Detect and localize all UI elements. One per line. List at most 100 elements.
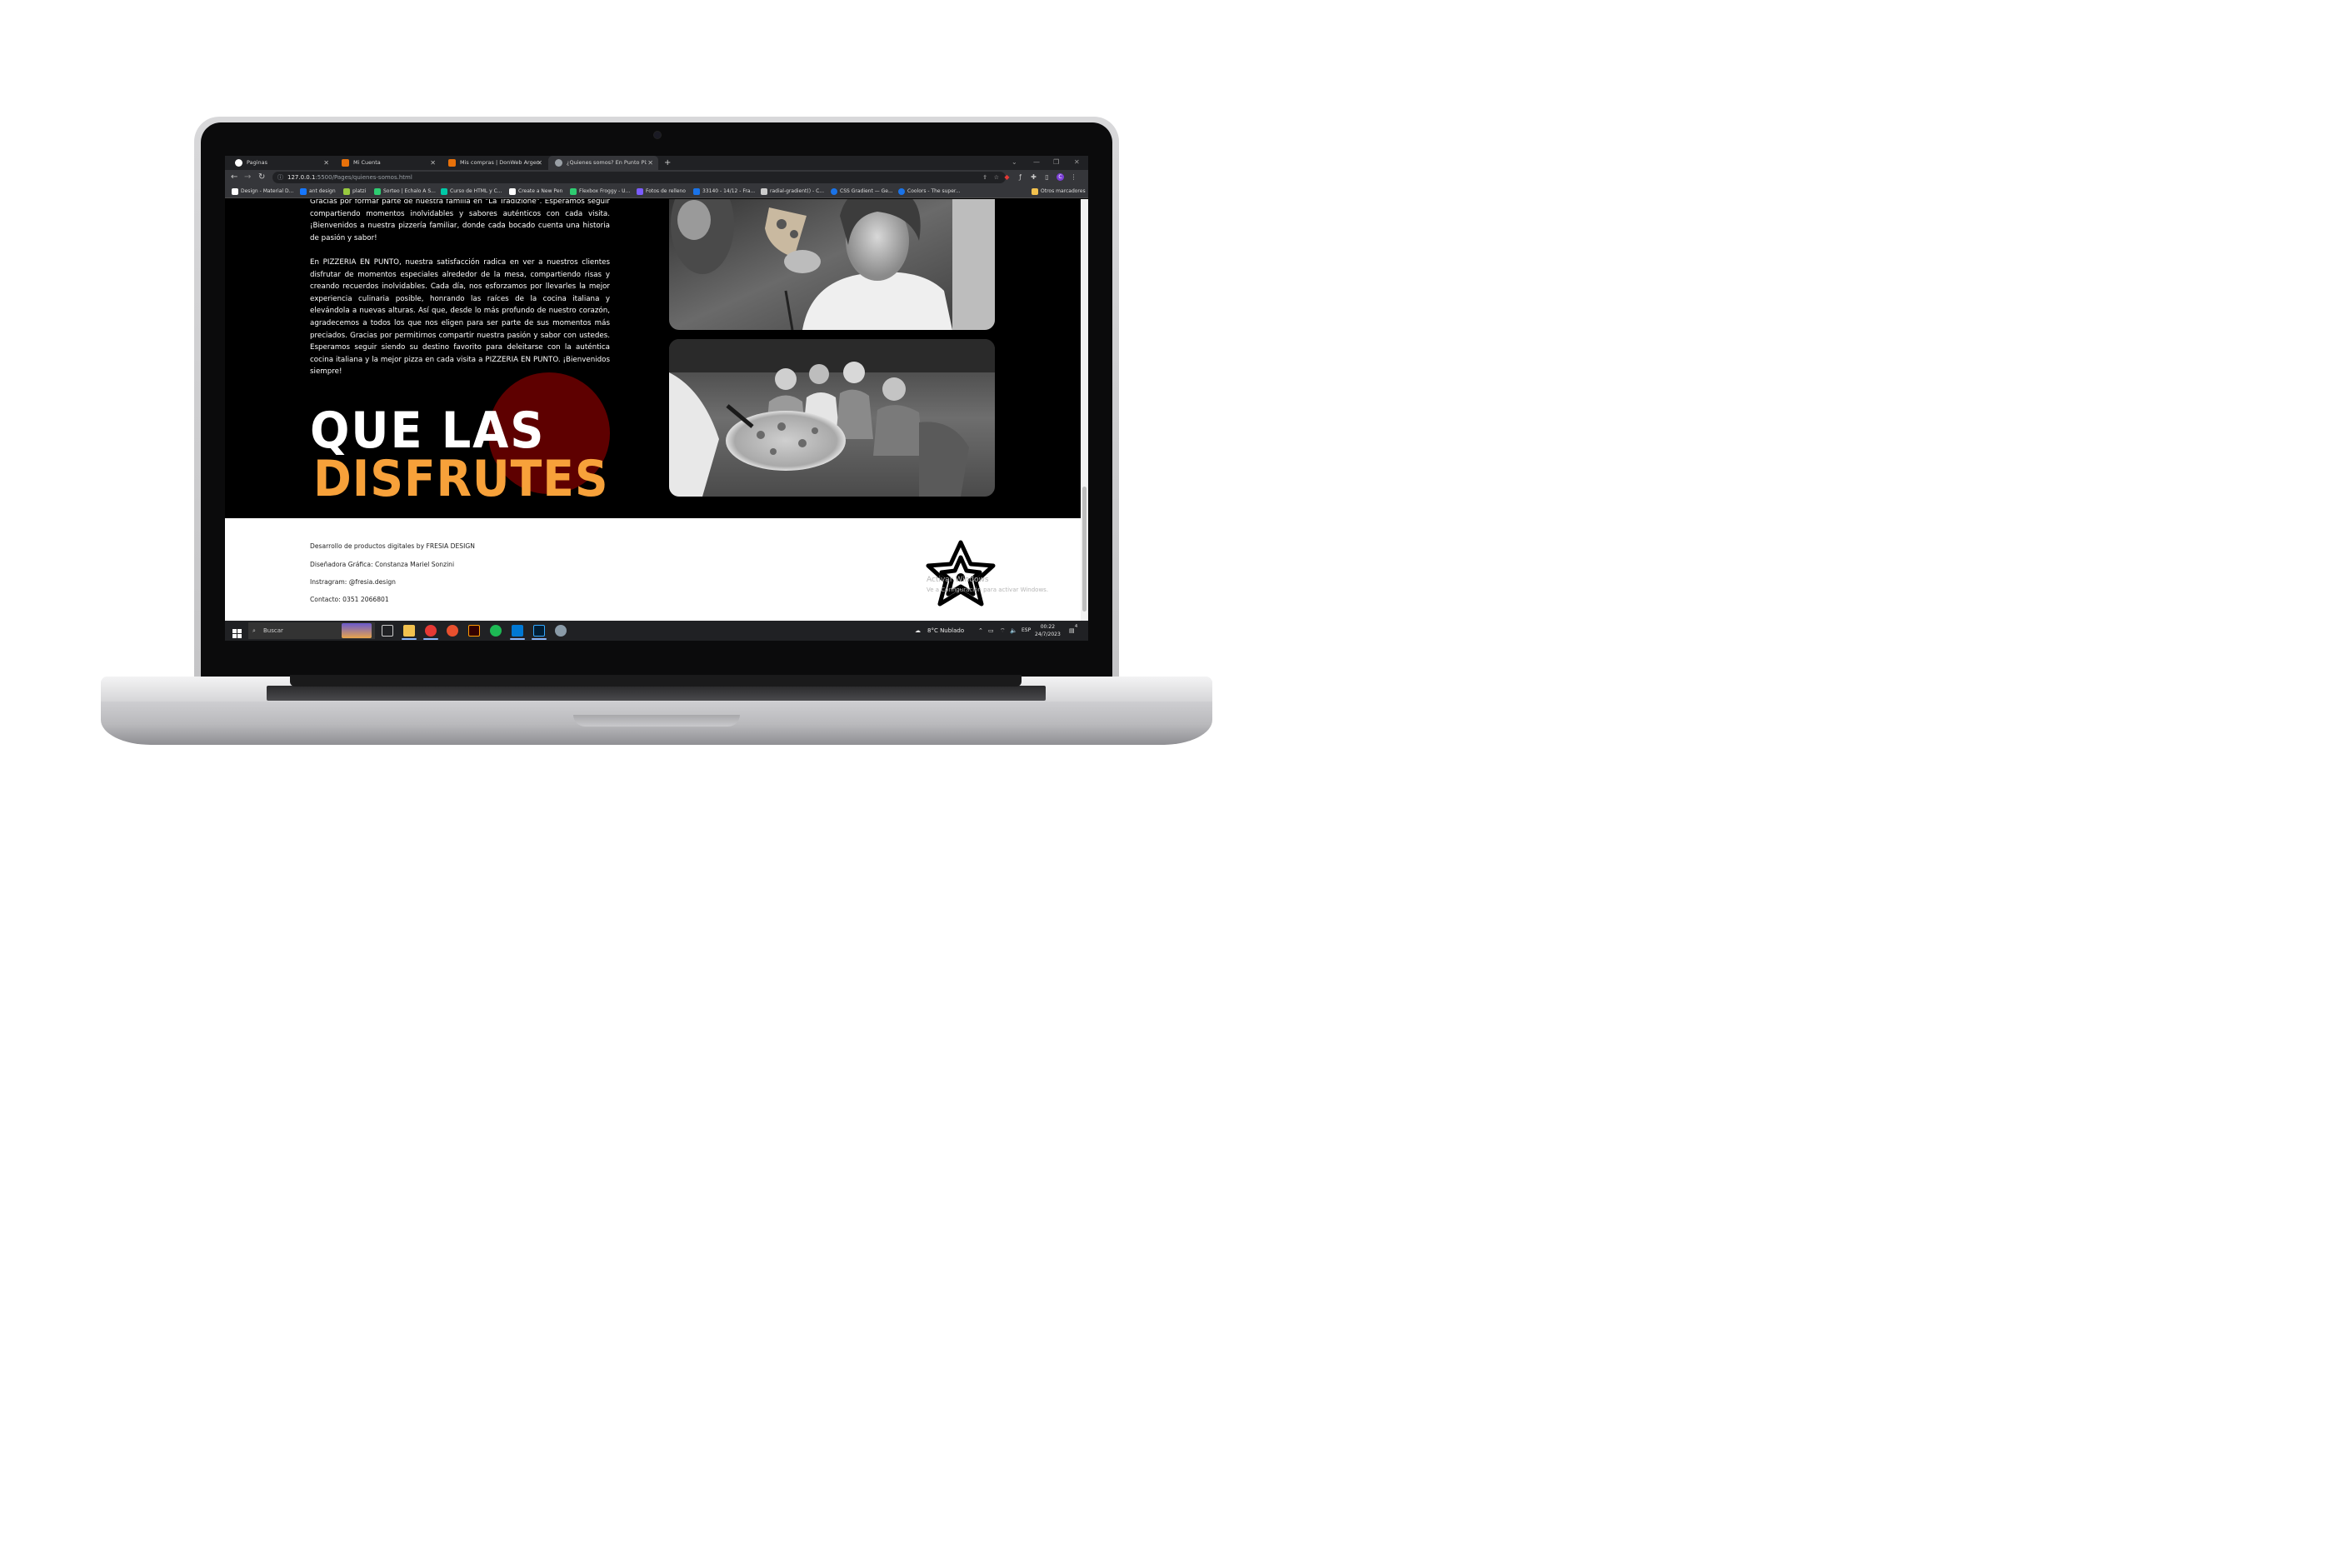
back-icon[interactable]: ← xyxy=(231,170,237,185)
bookmark-label: Otros marcadores xyxy=(1041,188,1086,194)
bookmark-item[interactable]: CSS Gradient — Ge... xyxy=(831,185,893,198)
bookmark-label: radial-gradient() - C... xyxy=(770,188,824,194)
app-running-indicator xyxy=(510,638,525,640)
illustrator-icon[interactable] xyxy=(468,625,480,637)
chrome-icon[interactable] xyxy=(425,625,437,637)
profile-avatar[interactable]: C xyxy=(1057,173,1064,181)
fresia-logo xyxy=(926,540,996,607)
input-language[interactable]: ESP xyxy=(1022,621,1031,641)
tab-mis-compras[interactable]: Mis compras | DonWeb Argentina ✕ xyxy=(442,156,547,170)
other-bookmarks[interactable]: Otros marcadores xyxy=(1032,185,1086,198)
laptop-hinge xyxy=(290,675,1022,687)
photo-woman-pizza xyxy=(669,199,995,330)
tray-chevron-icon[interactable]: ⌃ xyxy=(978,621,983,641)
tab-search-icon[interactable]: ⌄ xyxy=(1012,156,1017,168)
bookmarks-bar: Design - Material D... ant design platzi… xyxy=(225,185,1088,198)
network-icon[interactable]: ⌔ xyxy=(1000,621,1006,641)
extensions-puzzle-icon[interactable]: ✚ xyxy=(1030,173,1037,181)
scrollbar-thumb[interactable] xyxy=(1082,487,1087,612)
app-orange-icon[interactable] xyxy=(447,625,458,637)
address-bar[interactable]: ⓘ 127.0.0.1:5500/Pages/quienes-somos.htm… xyxy=(272,172,1006,183)
bookmark-item[interactable]: Create a New Pen xyxy=(509,185,562,198)
laptop-screen: Paginas ✕ Mi Cuenta ✕ Mis compras | DonW… xyxy=(225,156,1088,641)
bookmark-item[interactable]: platzi xyxy=(343,185,366,198)
bookmark-item[interactable]: Sorteo | Echalo A S... xyxy=(374,185,436,198)
minimize-icon[interactable]: — xyxy=(1033,156,1040,168)
clock-date: 24/7/2023 xyxy=(1035,632,1061,637)
bookmark-label: Coolors - The super... xyxy=(907,188,961,194)
bookmark-item[interactable]: radial-gradient() - C... xyxy=(761,185,824,198)
tab-quienes-somos[interactable]: ¿Quienes somos? En Punto Pizze ✕ xyxy=(548,156,658,170)
github-icon xyxy=(235,159,242,167)
close-tab-icon[interactable]: ✕ xyxy=(647,156,653,170)
new-tab-button[interactable]: + xyxy=(664,156,671,170)
search-highlight-image xyxy=(342,623,372,638)
windows-start-icon[interactable] xyxy=(232,626,242,638)
footer-contact: Contacto: 0351 2066801 xyxy=(310,596,389,603)
bookmark-label: Flexbox Froggy - U... xyxy=(579,188,631,194)
battery-icon[interactable]: ▭ xyxy=(988,621,994,641)
task-view-icon[interactable] xyxy=(382,625,393,637)
page-content: Gracias por formar parte de nuestra fami… xyxy=(225,199,1081,621)
bookmark-favicon-icon xyxy=(898,188,905,195)
bookmark-favicon-icon xyxy=(441,188,447,195)
app-running-indicator xyxy=(402,638,417,640)
keyboard xyxy=(267,686,1046,701)
bookmark-star-icon[interactable]: ☆ xyxy=(994,172,999,183)
bookmark-favicon-icon xyxy=(693,188,700,195)
info-icon[interactable]: ⓘ xyxy=(277,172,283,183)
bookmark-item[interactable]: Coolors - The super... xyxy=(898,185,961,198)
extension-red-icon[interactable]: ◆ xyxy=(1003,173,1011,181)
taskbar-clock[interactable]: 00:22 24/7/2023 xyxy=(1035,623,1061,638)
spotify-icon[interactable] xyxy=(490,625,502,637)
taskbar-search[interactable]: ⌕ Buscar xyxy=(248,622,375,639)
url-host: 127.0.0.1 xyxy=(287,174,316,181)
footer-designer: Diseñadora Gráfica: Constanza Mariel Son… xyxy=(310,561,455,568)
bookmark-item[interactable]: 33140 - 14/12 - Fra... xyxy=(693,185,755,198)
extension-fx-icon[interactable]: ƒ xyxy=(1017,173,1024,181)
bookmark-item[interactable]: Curso de HTML y C... xyxy=(441,185,502,198)
tab-mi-cuenta[interactable]: Mi Cuenta ✕ xyxy=(335,156,441,170)
footer-instagram[interactable]: Instragram: @fresia.design xyxy=(310,578,396,586)
close-tab-icon[interactable]: ✕ xyxy=(430,156,436,170)
tab-title: Mis compras | DonWeb Argentina xyxy=(460,159,540,166)
app-gray-icon[interactable] xyxy=(555,625,567,637)
trackpad-notch xyxy=(573,715,740,727)
bookmark-favicon-icon xyxy=(761,188,767,195)
bookmark-label: Curso de HTML y C... xyxy=(450,188,502,194)
photoshop-icon[interactable] xyxy=(533,625,545,637)
photo-group-pizza-image xyxy=(669,339,995,497)
page-scrollbar[interactable] xyxy=(1081,199,1088,621)
reload-icon[interactable]: ↻ xyxy=(258,170,265,185)
volume-icon[interactable]: 🔈 xyxy=(1010,621,1017,641)
bookmark-favicon-icon xyxy=(509,188,516,195)
close-window-icon[interactable]: ✕ xyxy=(1074,156,1080,168)
app-running-indicator xyxy=(532,638,547,640)
vscode-icon[interactable] xyxy=(512,625,523,637)
about-paragraph-2: En PIZZERIA EN PUNTO, nuestra satisfacci… xyxy=(310,258,610,377)
bookmark-item[interactable]: Flexbox Froggy - U... xyxy=(570,185,630,198)
weather-text[interactable]: 8°C Nublado xyxy=(927,621,964,641)
bookmark-label: Fotos de relleno xyxy=(646,188,686,194)
bookmark-item[interactable]: Design - Material D... xyxy=(232,185,293,198)
menu-kebab-icon[interactable]: ⋮ xyxy=(1070,173,1077,181)
close-tab-icon[interactable]: ✕ xyxy=(537,156,542,170)
share-icon[interactable]: ⇪ xyxy=(982,172,987,183)
bookmark-favicon-icon xyxy=(343,188,350,195)
bookmark-favicon-icon xyxy=(374,188,381,195)
weather-icon[interactable]: ☁ xyxy=(915,621,921,641)
tab-paginas[interactable]: Paginas ✕ xyxy=(228,156,334,170)
bookmark-label: Design - Material D... xyxy=(241,188,294,194)
file-explorer-icon[interactable] xyxy=(403,625,415,637)
photo-woman-pizza-image xyxy=(669,199,995,330)
forward-icon[interactable]: → xyxy=(244,170,251,185)
bookmark-favicon-icon xyxy=(570,188,577,195)
notification-icon[interactable]: ▤ xyxy=(1069,621,1075,641)
side-panel-icon[interactable]: ▯ xyxy=(1043,173,1051,181)
bookmark-item[interactable]: Fotos de relleno xyxy=(637,185,686,198)
bookmark-label: 33140 - 14/12 - Fra... xyxy=(702,188,756,194)
restore-icon[interactable]: ❐ xyxy=(1053,156,1059,168)
bookmark-item[interactable]: ant design xyxy=(300,185,336,198)
windows-taskbar: ⌕ Buscar ☁ 8°C Nublado ⌃ ▭ ⌔ 🔈 ESP 00:22… xyxy=(225,621,1088,641)
close-tab-icon[interactable]: ✕ xyxy=(323,156,329,170)
